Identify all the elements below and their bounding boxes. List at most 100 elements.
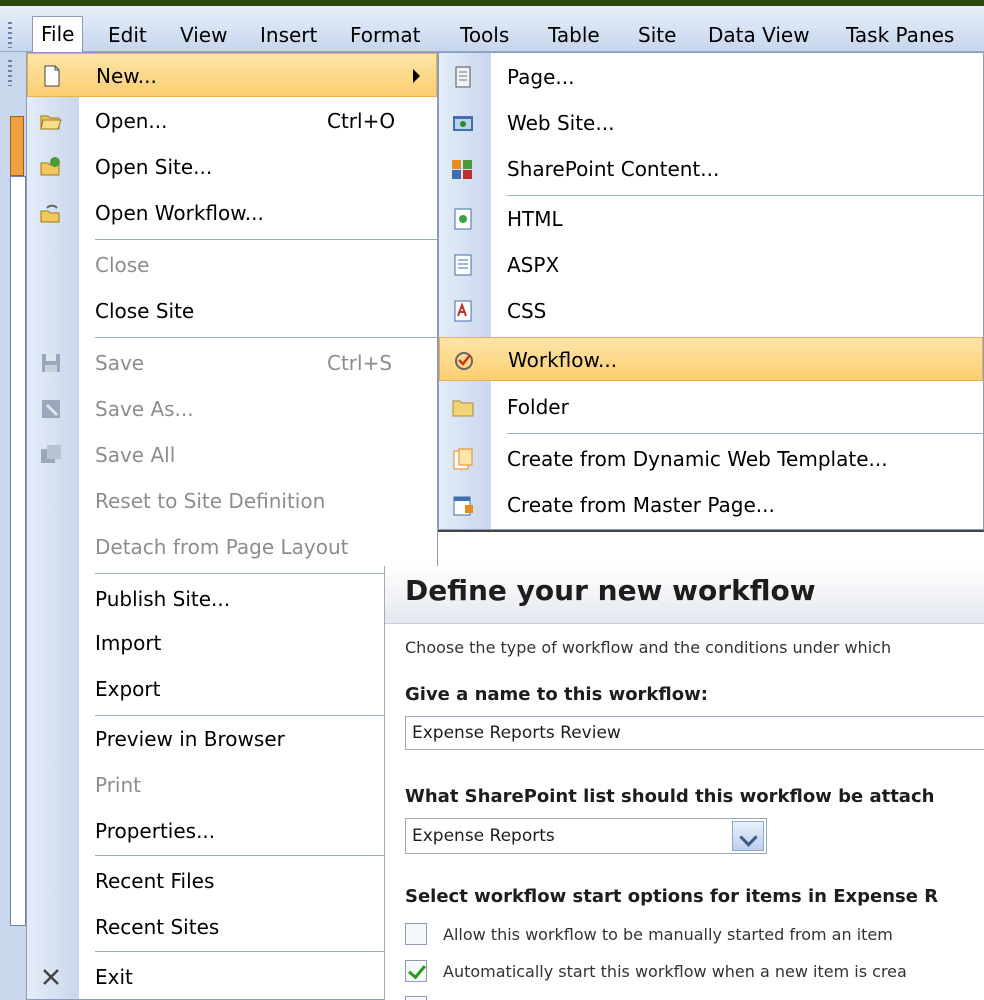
menu-item-new[interactable]: New... — [27, 53, 437, 97]
menu-item-open-site[interactable]: Open Site... — [27, 145, 437, 189]
dialog-header: Define your new workflow — [385, 566, 984, 624]
submenu-arrow-icon — [413, 69, 420, 83]
html-icon — [454, 208, 472, 230]
menu-view[interactable]: View — [172, 18, 235, 52]
sharepoint-content-icon — [452, 160, 472, 179]
folder-icon — [452, 400, 474, 417]
manual-start-label: Allow this workflow to be manually start… — [443, 925, 893, 944]
submenu-item-label: Folder — [507, 395, 569, 419]
new-submenu: Page... Web Site... SharePoint Content..… — [438, 52, 984, 530]
submenu-item-html[interactable]: HTML — [439, 197, 983, 241]
menu-item-label: Preview in Browser — [95, 727, 285, 751]
auto-start-label: Automatically start this workflow when a… — [443, 962, 907, 981]
menu-site[interactable]: Site — [630, 18, 684, 52]
menu-task-panes[interactable]: Task Panes — [838, 18, 962, 52]
menu-item-recent-sites[interactable]: Recent Sites — [27, 905, 437, 949]
menu-item-label: Open Workflow... — [95, 201, 264, 225]
auto-start-checkbox[interactable] — [405, 960, 427, 982]
toolbar-grip[interactable] — [8, 22, 12, 48]
menu-item-export[interactable]: Export — [27, 667, 437, 711]
menu-insert-label: Insert — [260, 23, 318, 47]
background-tab — [10, 116, 24, 176]
menu-data-view[interactable]: Data View — [700, 18, 818, 52]
menu-edit[interactable]: Edit — [100, 18, 155, 52]
menu-tools-label: Tools — [460, 23, 510, 47]
menu-item-close-site[interactable]: Close Site — [27, 289, 437, 333]
menu-item-print[interactable]: Print — [27, 763, 437, 807]
menu-item-open[interactable]: Open... Ctrl+O — [27, 99, 437, 143]
background-document-area — [438, 530, 984, 568]
third-option-checkbox[interactable] — [405, 996, 427, 1000]
submenu-separator — [507, 195, 983, 196]
menu-item-exit[interactable]: Exit — [27, 955, 437, 999]
menu-item-label: Export — [95, 677, 161, 701]
menu-item-publish-site[interactable]: Publish Site... — [27, 577, 437, 621]
menu-item-label: Close — [95, 253, 150, 277]
new-page-icon — [44, 65, 60, 87]
menu-site-label: Site — [638, 23, 677, 47]
menu-tools[interactable]: Tools — [452, 18, 517, 52]
submenu-item-master-page[interactable]: Create from Master Page... — [439, 483, 983, 527]
menu-table[interactable]: Table — [540, 18, 608, 52]
aspx-icon — [454, 254, 472, 276]
menu-file-label: File — [41, 22, 75, 46]
menu-format[interactable]: Format — [342, 18, 428, 52]
background-panel — [10, 176, 26, 926]
submenu-item-label: HTML — [507, 207, 563, 231]
menu-item-properties[interactable]: Properties... — [27, 809, 437, 853]
menu-item-label: Print — [95, 773, 142, 797]
sharepoint-list-select[interactable]: Expense Reports — [405, 818, 767, 854]
menu-item-save-as[interactable]: Save As... — [27, 387, 437, 431]
menu-item-detach-page-layout[interactable]: Detach from Page Layout — [27, 525, 437, 569]
open-workflow-icon — [40, 204, 60, 223]
menu-item-label: Save As... — [95, 397, 194, 421]
menu-item-label: Open Site... — [95, 155, 213, 179]
background-app-strip — [0, 52, 26, 1000]
menu-insert[interactable]: Insert — [252, 18, 325, 52]
dialog-intro-text: Choose the type of workflow and the cond… — [405, 638, 892, 657]
page-icon — [455, 66, 471, 88]
menu-item-save-all[interactable]: Save All — [27, 433, 437, 477]
menu-item-save[interactable]: Save Ctrl+S — [27, 341, 437, 385]
submenu-separator — [507, 433, 983, 434]
close-x-icon — [43, 969, 59, 985]
submenu-item-page[interactable]: Page... — [439, 55, 983, 99]
submenu-item-css[interactable]: CSS — [439, 289, 983, 333]
menu-edit-label: Edit — [108, 23, 147, 47]
submenu-item-label: Create from Master Page... — [507, 493, 775, 517]
menu-separator — [95, 239, 437, 240]
submenu-item-aspx[interactable]: ASPX — [439, 243, 983, 287]
menu-item-recent-files[interactable]: Recent Files — [27, 859, 437, 903]
open-folder-icon — [40, 115, 62, 130]
menu-table-label: Table — [548, 23, 600, 47]
start-options-label: Select workflow start options for items … — [405, 886, 939, 907]
submenu-item-label: CSS — [507, 299, 547, 323]
save-all-icon — [41, 445, 61, 463]
file-menu: New... Open... Ctrl+O Open Site... Open … — [26, 52, 438, 1000]
submenu-item-workflow[interactable]: Workflow... — [439, 337, 983, 381]
menu-separator — [95, 337, 437, 338]
workflow-name-input[interactable] — [405, 716, 984, 750]
menu-item-label: Reset to Site Definition — [95, 489, 326, 513]
submenu-item-label: Web Site... — [507, 111, 615, 135]
submenu-item-web-site[interactable]: Web Site... — [439, 101, 983, 145]
menu-item-preview-in-browser[interactable]: Preview in Browser — [27, 717, 437, 761]
dialog-title: Define your new workflow — [405, 574, 816, 607]
workflow-name-label: Give a name to this workflow: — [405, 684, 708, 705]
submenu-item-dynamic-web-template[interactable]: Create from Dynamic Web Template... — [439, 437, 983, 481]
menu-item-label: Exit — [95, 965, 133, 989]
menu-item-reset-site-definition[interactable]: Reset to Site Definition — [27, 479, 437, 523]
web-site-icon — [453, 116, 473, 131]
manual-start-checkbox[interactable] — [405, 923, 427, 945]
menu-item-open-workflow[interactable]: Open Workflow... — [27, 191, 437, 235]
open-site-icon — [40, 157, 60, 176]
submenu-item-folder[interactable]: Folder — [439, 385, 983, 429]
menu-item-label: New... — [96, 64, 157, 88]
submenu-item-sharepoint-content[interactable]: SharePoint Content... — [439, 147, 983, 191]
menu-item-import[interactable]: Import — [27, 621, 437, 665]
submenu-item-label: Page... — [507, 65, 575, 89]
menu-item-close[interactable]: Close — [27, 243, 437, 287]
menu-data-view-label: Data View — [708, 23, 810, 47]
chevron-down-icon[interactable] — [732, 821, 764, 851]
menu-bar: File Edit View Insert Format Tools Table… — [0, 0, 984, 58]
